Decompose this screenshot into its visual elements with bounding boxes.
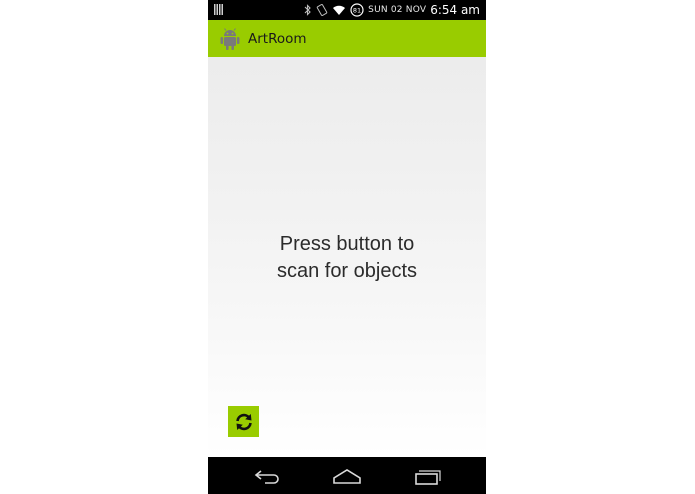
scan-instruction-text: Press button to scan for objects — [208, 231, 486, 285]
phone-screen: 81 SUN 02 NOV 6:54 am ArtRoom Press butt… — [208, 0, 486, 494]
recent-apps-button[interactable] — [407, 465, 447, 487]
status-date: SUN 02 NOV — [368, 5, 427, 15]
app-title: ArtRoom — [248, 30, 307, 47]
status-icons: 81 SUN 02 NOV 6:54 am — [304, 1, 480, 19]
scan-instruction-line-1: Press button to — [279, 233, 415, 255]
home-button[interactable] — [327, 465, 367, 487]
battery-level: 81 — [353, 7, 361, 15]
battery-icon: 81 — [350, 3, 364, 17]
back-icon — [254, 470, 279, 484]
action-bar: ArtRoom — [208, 20, 486, 57]
signal-bars-icon — [214, 4, 223, 15]
navigation-bar — [208, 457, 486, 494]
home-icon — [333, 469, 361, 484]
status-time: 6:54 am — [430, 3, 480, 17]
scan-instruction-line-2: scan for objects — [276, 260, 418, 282]
status-bar: 81 SUN 02 NOV 6:54 am — [208, 0, 486, 20]
rotation-icon — [316, 4, 328, 16]
wifi-icon — [333, 5, 346, 15]
bluetooth-icon — [304, 4, 311, 16]
main-content: Press button to scan for objects — [208, 57, 486, 457]
recent-apps-icon — [415, 470, 441, 485]
refresh-icon — [235, 413, 252, 430]
scan-button[interactable] — [228, 406, 259, 437]
android-robot-icon — [220, 27, 240, 50]
back-button[interactable] — [248, 465, 288, 487]
